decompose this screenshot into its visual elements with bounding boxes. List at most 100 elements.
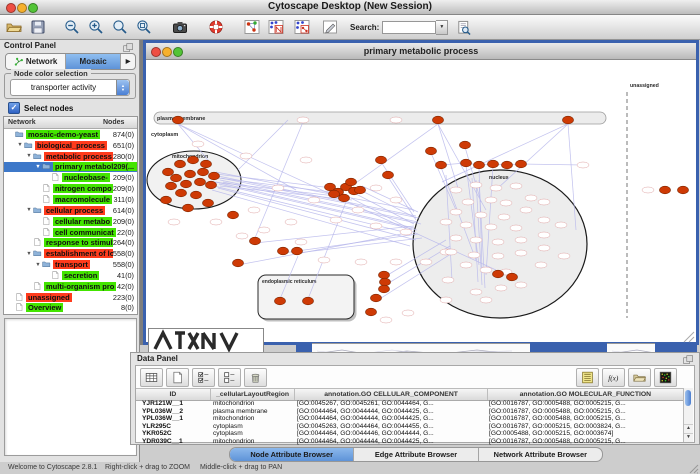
help-lifesaver-button[interactable] — [206, 17, 226, 37]
tab-overflow-button[interactable]: ▶ — [120, 54, 135, 69]
select-nodes-checkbox[interactable] — [8, 102, 20, 114]
network-node-label[interactable] — [297, 117, 309, 123]
network-node-label[interactable] — [308, 197, 320, 203]
network-node-label[interactable] — [468, 252, 480, 258]
network-node[interactable] — [275, 297, 286, 305]
table-cell[interactable]: YPL036W__2 — [136, 408, 210, 415]
network-node[interactable] — [436, 161, 447, 169]
network-node[interactable] — [303, 297, 314, 305]
attribute-matrix-button[interactable] — [654, 368, 677, 387]
network-node[interactable] — [173, 116, 184, 124]
network-node[interactable] — [433, 116, 444, 124]
network-node[interactable] — [502, 161, 513, 169]
tree-row[interactable]: Overview8(0) — [4, 303, 137, 314]
snapshot-camera-button[interactable] — [170, 17, 190, 37]
network-node-label[interactable] — [500, 200, 512, 206]
search-run-button[interactable] — [453, 17, 473, 37]
attribute-list-button[interactable] — [576, 368, 599, 387]
new-attribute-button[interactable] — [166, 368, 189, 387]
network-node-label[interactable] — [370, 185, 382, 191]
network-node-label[interactable] — [470, 182, 482, 188]
tree-expand-triangle[interactable]: ▼ — [16, 142, 24, 148]
tree-row-label[interactable]: Overview — [26, 303, 63, 312]
network-node[interactable] — [379, 271, 390, 279]
table-cell[interactable]: YDR039C__1 — [136, 438, 210, 445]
network-node[interactable] — [188, 156, 199, 164]
network-node-label[interactable] — [475, 212, 487, 218]
tree-row-label[interactable]: biological_process — [35, 141, 107, 150]
network-node[interactable] — [292, 247, 303, 255]
network-node-label[interactable] — [400, 229, 412, 235]
save-session-button[interactable] — [28, 17, 48, 37]
table-cell[interactable]: [GO:0016787, GO:0005488, GO:0005215, G..… — [486, 438, 682, 445]
tree-row-label[interactable]: primary metabol — [53, 162, 113, 171]
network-node-label[interactable] — [300, 157, 312, 163]
tree-row-label[interactable]: establishment of lo — [44, 249, 113, 258]
table-cell[interactable]: mitochondrion — [210, 438, 294, 445]
network-node-label[interactable] — [450, 209, 462, 215]
network-node[interactable] — [228, 211, 239, 219]
tree-expand-triangle[interactable]: ▼ — [25, 251, 33, 257]
network-node-label[interactable] — [450, 187, 462, 193]
network-node-label[interactable] — [525, 195, 537, 201]
table-cell[interactable]: plasma membrane — [210, 408, 294, 415]
network-node[interactable] — [195, 178, 206, 186]
network-node-label[interactable] — [515, 250, 527, 256]
network-node-label[interactable] — [515, 237, 527, 243]
network-node-label[interactable] — [538, 217, 550, 223]
table-cell[interactable]: mitochondrion — [210, 400, 294, 407]
network-node[interactable] — [383, 171, 394, 179]
node-color-dropdown[interactable]: transporter activity ▲▼ — [10, 79, 130, 96]
select-attributes-button[interactable] — [192, 368, 215, 387]
tree-row[interactable]: mosaic-demo-yeast874(0) — [4, 129, 137, 140]
tree-expand-triangle[interactable]: ▼ — [25, 153, 33, 159]
network-node-label[interactable] — [295, 239, 307, 245]
tab-network-attribute-browser[interactable]: Network Attribute Browser — [479, 448, 602, 461]
tree-row[interactable]: nitrogen compo209(0) — [4, 183, 137, 194]
layout-plugin-1-button[interactable] — [266, 17, 286, 37]
network-node-label[interactable] — [442, 277, 454, 283]
attribute-table-button[interactable] — [140, 368, 163, 387]
table-column-header[interactable]: _cellularLayoutRegion — [211, 389, 296, 400]
open-session-button[interactable] — [4, 17, 24, 37]
network-node[interactable] — [183, 204, 194, 212]
tab-node-attribute-browser[interactable]: Node Attribute Browser — [230, 448, 354, 461]
table-row[interactable]: YPL036W__1mitochondrion[GO:0044464, GO:0… — [136, 415, 684, 423]
network-node-label[interactable] — [485, 224, 497, 230]
network-node-label[interactable] — [498, 214, 510, 220]
tree-row-label[interactable]: metabolic process — [44, 152, 113, 161]
table-cell[interactable]: cytoplasm — [210, 430, 294, 437]
tree-expand-triangle[interactable]: ▼ — [34, 262, 42, 268]
view-resize-grip-icon[interactable] — [684, 332, 694, 342]
annotation-edit-button[interactable] — [320, 17, 340, 37]
network-node[interactable] — [175, 160, 186, 168]
network-node-label[interactable] — [538, 232, 550, 238]
network-node[interactable] — [206, 181, 217, 189]
network-node-label[interactable] — [192, 141, 204, 147]
tree-row[interactable]: cellular metabo209(0) — [4, 216, 137, 227]
table-row[interactable]: YDR039C__1mitochondrion[GO:0044464, GO:0… — [136, 438, 684, 446]
network-node-label[interactable] — [492, 253, 504, 259]
table-cell[interactable]: [GO:0045267, GO:0045261, GO:0044464, G..… — [294, 400, 486, 407]
network-node-label[interactable] — [462, 199, 474, 205]
tree-row[interactable]: nucleobase-209(0) — [4, 172, 137, 183]
network-node[interactable] — [209, 172, 220, 180]
network-node[interactable] — [339, 194, 350, 202]
network-node[interactable] — [678, 186, 689, 194]
background-window-fragment[interactable] — [655, 343, 697, 352]
network-node-label[interactable] — [492, 239, 504, 245]
network-node[interactable] — [493, 270, 504, 278]
network-node-label[interactable] — [210, 219, 222, 225]
tab-edge-attribute-browser[interactable]: Edge Attribute Browser — [354, 448, 478, 461]
network-node[interactable] — [366, 308, 377, 316]
tree-col-nodes[interactable]: Nodes — [103, 119, 137, 126]
network-node[interactable] — [233, 259, 244, 267]
tree-col-network[interactable]: Network — [4, 119, 103, 126]
network-node-label[interactable] — [445, 249, 457, 255]
tree-row[interactable]: macromolecule311(0) — [4, 194, 137, 205]
network-node[interactable] — [166, 182, 177, 190]
network-node-label[interactable] — [495, 285, 507, 291]
network-node[interactable] — [191, 191, 202, 199]
table-cell[interactable]: [GO:0044464, GO:0044444, GO:0044425, G..… — [294, 438, 486, 445]
network-node-label[interactable] — [555, 222, 567, 228]
